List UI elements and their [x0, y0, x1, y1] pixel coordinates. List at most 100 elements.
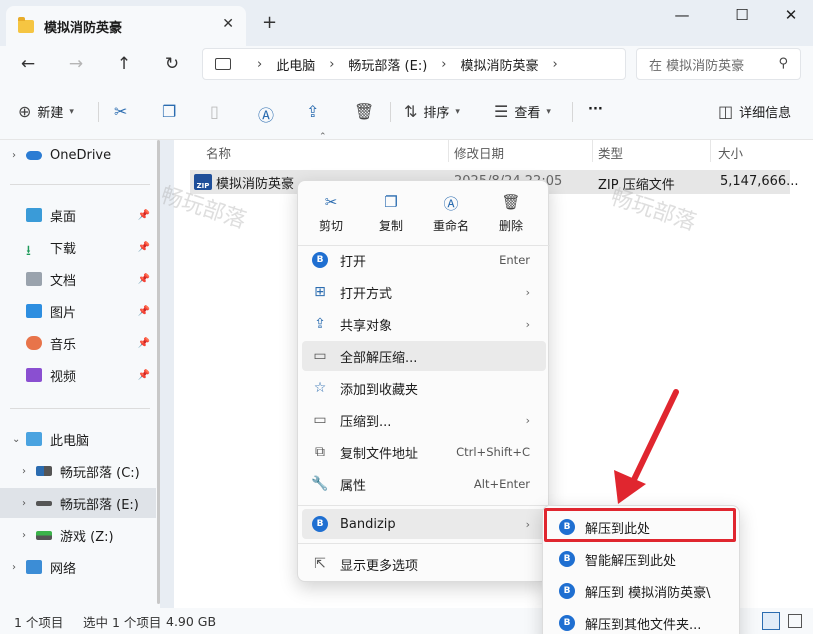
breadcrumb-this-pc[interactable]: 此电脑	[276, 55, 315, 74]
chevron-right-icon[interactable]: ›	[553, 57, 558, 72]
column-header-name[interactable]: 名称	[206, 140, 231, 164]
menu-item-extract-all[interactable]: ▭ 全部解压缩...	[302, 341, 546, 371]
submenu-item-extract-to-folder[interactable]: B 解压到 模拟消防英豪\	[547, 576, 735, 606]
details-view-icon[interactable]	[762, 612, 780, 630]
submenu-item-extract-other[interactable]: B 解压到其他文件夹...	[547, 608, 735, 634]
sidebar-item-network[interactable]: › 网络	[0, 552, 156, 582]
pin-icon[interactable]: 📌	[138, 210, 150, 221]
network-drive-icon	[36, 530, 52, 540]
new-label: 新建	[37, 106, 64, 121]
sidebar-scrollbar[interactable]	[157, 140, 160, 604]
menu-item-bandizip[interactable]: B Bandizip ›	[302, 509, 546, 539]
column-divider[interactable]	[710, 140, 711, 162]
tiles-view-icon[interactable]	[788, 614, 802, 628]
computer-icon	[215, 58, 231, 70]
address-bar[interactable]: › 此电脑 › 畅玩部落 (E:) › 模拟消防英豪 ›	[202, 48, 626, 80]
file-size: 5,147,666...	[720, 174, 799, 189]
view-label: 查看	[514, 106, 541, 121]
menu-item-compress-to[interactable]: ▭ 压缩到... ›	[302, 405, 546, 435]
menu-item-add-favorites[interactable]: ☆ 添加到收藏夹	[302, 373, 546, 403]
refresh-icon[interactable]: ↻	[160, 54, 184, 74]
close-button[interactable]: ✕	[776, 6, 806, 24]
chevron-down-icon[interactable]: ⌄	[12, 434, 26, 445]
context-cut-button[interactable]: ✂ 剪切	[304, 193, 358, 239]
chevron-right-icon[interactable]: ›	[12, 562, 26, 573]
menu-item-show-more[interactable]: ⇱ 显示更多选项	[302, 549, 546, 579]
sidebar-item-onedrive[interactable]: › OneDrive	[0, 140, 156, 170]
up-arrow-icon[interactable]: ↑	[112, 54, 136, 74]
column-divider[interactable]	[592, 140, 593, 162]
context-delete-button[interactable]: 🗑 删除	[484, 193, 538, 239]
sidebar-item-videos[interactable]: 视频 📌	[0, 360, 156, 390]
menu-item-open-with[interactable]: ⊞ 打开方式 ›	[302, 277, 546, 307]
tab-close-icon[interactable]: ✕	[222, 16, 234, 32]
chevron-right-icon[interactable]: ›	[22, 466, 36, 477]
bandizip-icon: B	[312, 516, 328, 532]
new-tab-button[interactable]: +	[262, 12, 277, 33]
menu-item-share[interactable]: ⇪ 共享对象 ›	[302, 309, 546, 339]
scissors-icon: ✂	[114, 102, 128, 121]
submenu-item-smart-extract[interactable]: B 智能解压到此处	[547, 544, 735, 574]
menu-item-label: 复制文件地址	[340, 446, 419, 462]
cloud-icon	[26, 150, 42, 160]
sidebar-item-drive-z[interactable]: › 游戏 (Z:)	[0, 520, 156, 550]
menu-item-open[interactable]: B 打开 Enter	[302, 245, 546, 275]
sidebar-item-desktop[interactable]: 桌面 📌	[0, 200, 156, 230]
chevron-right-icon[interactable]: ›	[329, 57, 334, 72]
rename-button[interactable]: Ⓐ	[258, 102, 280, 126]
menu-item-properties[interactable]: 🔧 属性 Alt+Enter	[302, 469, 546, 499]
copy-icon: ❐	[162, 102, 177, 121]
context-rename-button[interactable]: Ⓐ 重命名	[424, 193, 478, 239]
view-button[interactable]: ☰ 查看 ▾	[494, 102, 551, 121]
open-with-icon: ⊞	[314, 284, 326, 300]
column-header-date[interactable]: 修改日期	[454, 140, 504, 164]
column-header-type[interactable]: 类型	[598, 140, 623, 164]
chevron-right-icon[interactable]: ›	[257, 57, 262, 72]
sidebar-item-downloads[interactable]: ⭳ 下载 📌	[0, 232, 156, 262]
chevron-right-icon[interactable]: ›	[22, 498, 36, 509]
minimize-button[interactable]: —	[667, 6, 697, 24]
pin-icon[interactable]: 📌	[138, 242, 150, 253]
menu-item-copy-path[interactable]: ⧉ 复制文件地址 Ctrl+Shift+C	[302, 437, 546, 467]
forward-arrow-icon[interactable]: →	[64, 54, 88, 74]
search-input[interactable]: 在 模拟消防英豪 ⚲	[636, 48, 801, 80]
tab-active[interactable]: 模拟消防英豪 ✕	[6, 6, 246, 46]
column-header-size[interactable]: 大小	[718, 140, 743, 164]
back-arrow-icon[interactable]: ←	[16, 54, 40, 74]
pin-icon[interactable]: 📌	[138, 338, 150, 349]
sidebar-item-documents[interactable]: 文档 📌	[0, 264, 156, 294]
sort-button[interactable]: ⇅ 排序 ▾	[404, 102, 460, 121]
breadcrumb-folder[interactable]: 模拟消防英豪	[461, 55, 539, 74]
sidebar-item-drive-c[interactable]: › 畅玩部落 (C:)	[0, 456, 156, 486]
pin-icon[interactable]: 📌	[138, 306, 150, 317]
command-bar: ⊕ 新建 ▾ ✂ ❐ ▯ Ⓐ ⇪ 🗑 ⇅ 排序 ▾ ☰ 查看 ▾ ··· ◫ 详…	[0, 84, 813, 140]
zip-folder-icon: ▭	[313, 412, 327, 428]
navigation-bar: ← → ↑ ↻ › 此电脑 › 畅玩部落 (E:) › 模拟消防英豪 › 在 模…	[0, 46, 813, 84]
pin-icon[interactable]: 📌	[138, 274, 150, 285]
sidebar-item-label: 音乐	[50, 337, 77, 353]
sidebar-item-drive-e[interactable]: › 畅玩部落 (E:)	[0, 488, 156, 518]
menu-item-label: 打开方式	[340, 286, 393, 302]
context-copy-button[interactable]: ❐ 复制	[364, 193, 418, 239]
paste-button[interactable]: ▯	[210, 102, 225, 121]
more-options-button[interactable]: ···	[588, 102, 603, 117]
sidebar-item-this-pc[interactable]: ⌄ 此电脑	[0, 424, 156, 454]
video-icon	[26, 368, 42, 382]
breadcrumb-drive-e[interactable]: 畅玩部落 (E:)	[348, 55, 427, 74]
cut-button[interactable]: ✂	[114, 102, 133, 121]
pin-icon[interactable]: 📌	[138, 370, 150, 381]
chevron-right-icon[interactable]: ›	[22, 530, 36, 541]
new-button[interactable]: ⊕ 新建 ▾	[18, 102, 74, 121]
column-divider[interactable]	[448, 140, 449, 162]
toolbar-divider	[390, 102, 391, 122]
chevron-right-icon[interactable]: ›	[441, 57, 446, 72]
copy-button[interactable]: ❐	[162, 102, 182, 121]
delete-button[interactable]: 🗑	[354, 102, 380, 121]
menu-shortcut: Enter	[499, 253, 530, 267]
chevron-right-icon[interactable]: ›	[12, 150, 26, 161]
share-button[interactable]: ⇪	[306, 102, 325, 121]
sidebar-item-music[interactable]: 音乐 📌	[0, 328, 156, 358]
details-pane-button[interactable]: ◫ 详细信息	[718, 102, 791, 121]
maximize-button[interactable]: ☐	[727, 6, 757, 24]
sidebar-item-pictures[interactable]: 图片 📌	[0, 296, 156, 326]
